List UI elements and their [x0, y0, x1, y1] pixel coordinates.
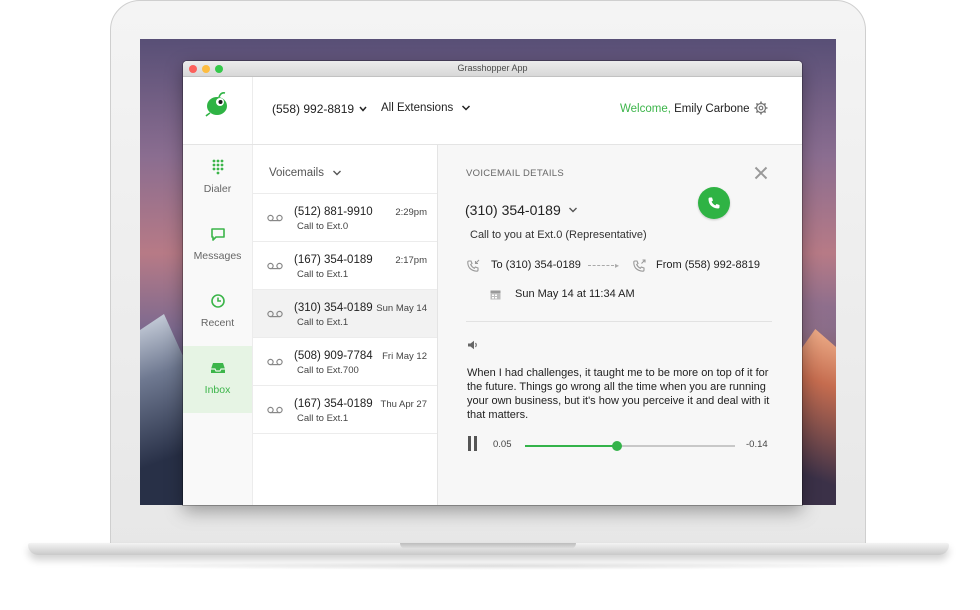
list-item[interactable]: (512) 881-9910 Call to Ext.0 2:29pm [253, 194, 437, 242]
call-from-number: From (558) 992-8819 [656, 259, 760, 271]
voicemail-icon [267, 262, 283, 270]
current-time: 0.05 [493, 439, 512, 450]
logo-area [183, 77, 253, 144]
call-to-number: To (310) 354-0189 [491, 259, 581, 271]
sidebar-item-label: Dialer [203, 183, 232, 195]
voicemail-number: (167) 354-0189 [294, 398, 373, 410]
sidebar-item-label: Recent [200, 317, 235, 329]
app-window: Grasshopper App (558) 992-8819 All Exten… [183, 61, 802, 505]
welcome-prefix: Welcome, [620, 103, 671, 115]
remaining-time: -0.14 [746, 439, 768, 450]
call-to-description: Call to you at Ext.0 (Representative) [470, 229, 647, 241]
voicemail-list: Voicemails (512) 881-9910 Call to Ext.0 … [253, 145, 438, 505]
chevron-down-icon [332, 170, 341, 176]
laptop-notch [400, 543, 576, 549]
caller-number: (310) 354-0189 [465, 202, 561, 218]
voicemail-number: (310) 354-0189 [294, 302, 373, 314]
window-title: Grasshopper App [457, 63, 528, 73]
voicemail-extension: Call to Ext.0 [297, 221, 349, 232]
sidebar-item-dialer[interactable]: Dialer [183, 145, 252, 212]
voicemail-number: (508) 909-7784 [294, 350, 373, 362]
sidebar-item-label: Inbox [204, 384, 231, 396]
list-item[interactable]: (167) 354-0189 Call to Ext.1 Thu Apr 27 [253, 386, 437, 434]
voicemail-transcript: When I had challenges, it taught me to b… [467, 367, 770, 421]
window-titlebar[interactable]: Grasshopper App [183, 61, 802, 77]
voicemails-filter-dropdown[interactable]: Voicemails [269, 167, 342, 179]
voicemail-extension: Call to Ext.700 [297, 365, 359, 376]
playback-handle[interactable] [612, 441, 623, 451]
close-icon[interactable] [754, 166, 768, 180]
chevron-down-icon [359, 106, 367, 112]
voicemail-time: 2:17pm [395, 255, 427, 266]
speaker-icon[interactable] [467, 340, 478, 350]
calendar-icon [490, 290, 501, 300]
voicemail-number: (512) 881-9910 [294, 206, 373, 218]
voicemail-icon [267, 214, 283, 222]
route-dashed-line [588, 265, 614, 266]
voicemail-extension: Call to Ext.1 [297, 269, 349, 280]
clock-icon [211, 294, 225, 308]
sidebar-item-messages[interactable]: Messages [183, 212, 252, 279]
voicemail-list-header: Voicemails [253, 145, 437, 194]
incoming-call-icon [467, 259, 480, 272]
laptop-shadow [70, 562, 910, 570]
audio-player: 0.05 -0.14 [467, 433, 787, 453]
voicemail-icon [267, 358, 283, 366]
voicemail-time: 2:29pm [395, 207, 427, 218]
chevron-down-icon [462, 105, 471, 111]
list-item[interactable]: (508) 909-7784 Call to Ext.700 Fri May 1… [253, 338, 437, 386]
chevron-down-icon [568, 207, 577, 213]
extensions-select[interactable]: All Extensions [381, 102, 471, 114]
voicemail-time: Thu Apr 27 [380, 399, 427, 410]
voicemail-date: Sun May 14 at 11:34 AM [515, 288, 635, 300]
voicemail-icon [267, 406, 283, 414]
app-header: (558) 992-8819 All Extensions Welcome, E… [183, 77, 802, 145]
welcome-text: Welcome, Emily Carbone [620, 103, 750, 115]
phone-icon [708, 197, 720, 209]
voicemail-extension: Call to Ext.1 [297, 413, 349, 424]
voicemail-time: Fri May 12 [382, 351, 427, 362]
voicemail-extension: Call to Ext.1 [297, 317, 349, 328]
voicemail-icon [267, 310, 283, 318]
list-item-selected[interactable]: (310) 354-0189 Call to Ext.1 Sun May 14 [253, 290, 437, 338]
extensions-value: All Extensions [381, 102, 454, 114]
details-title: VOICEMAIL DETAILS [466, 168, 565, 179]
dialpad-icon [212, 159, 224, 175]
grasshopper-logo-icon [205, 92, 227, 117]
sidebar-item-recent[interactable]: Recent [183, 279, 252, 346]
route-arrow-icon: ▸ [615, 261, 620, 270]
user-name: Emily Carbone [674, 103, 750, 115]
sidebar-item-label: Messages [193, 250, 242, 262]
phone-number-select[interactable]: (558) 992-8819 [272, 102, 367, 116]
call-route: To (310) 354-0189 ▸ From (558) 992-8819 [466, 258, 786, 274]
pause-icon[interactable] [467, 436, 478, 451]
list-item[interactable]: (167) 354-0189 Call to Ext.1 2:17pm [253, 242, 437, 290]
sidebar-nav: Dialer Messages Recent Inbox [183, 145, 253, 505]
details-divider [466, 321, 772, 322]
voicemail-time: Sun May 14 [376, 303, 427, 314]
voicemail-number: (167) 354-0189 [294, 254, 373, 266]
inbox-icon [211, 363, 225, 373]
sidebar-item-inbox[interactable]: Inbox [183, 346, 252, 413]
call-back-button[interactable] [698, 187, 730, 219]
playback-slider[interactable] [525, 441, 735, 451]
phone-number-value: (558) 992-8819 [272, 102, 355, 116]
caller-number-dropdown[interactable]: (310) 354-0189 [465, 202, 578, 218]
voicemails-title: Voicemails [269, 167, 324, 179]
message-icon [211, 228, 225, 241]
playback-progress [525, 445, 618, 447]
gear-icon[interactable] [754, 101, 768, 115]
voicemail-details-panel: VOICEMAIL DETAILS (310) 354-0189 Call to… [438, 145, 802, 505]
outgoing-call-icon [633, 259, 646, 272]
